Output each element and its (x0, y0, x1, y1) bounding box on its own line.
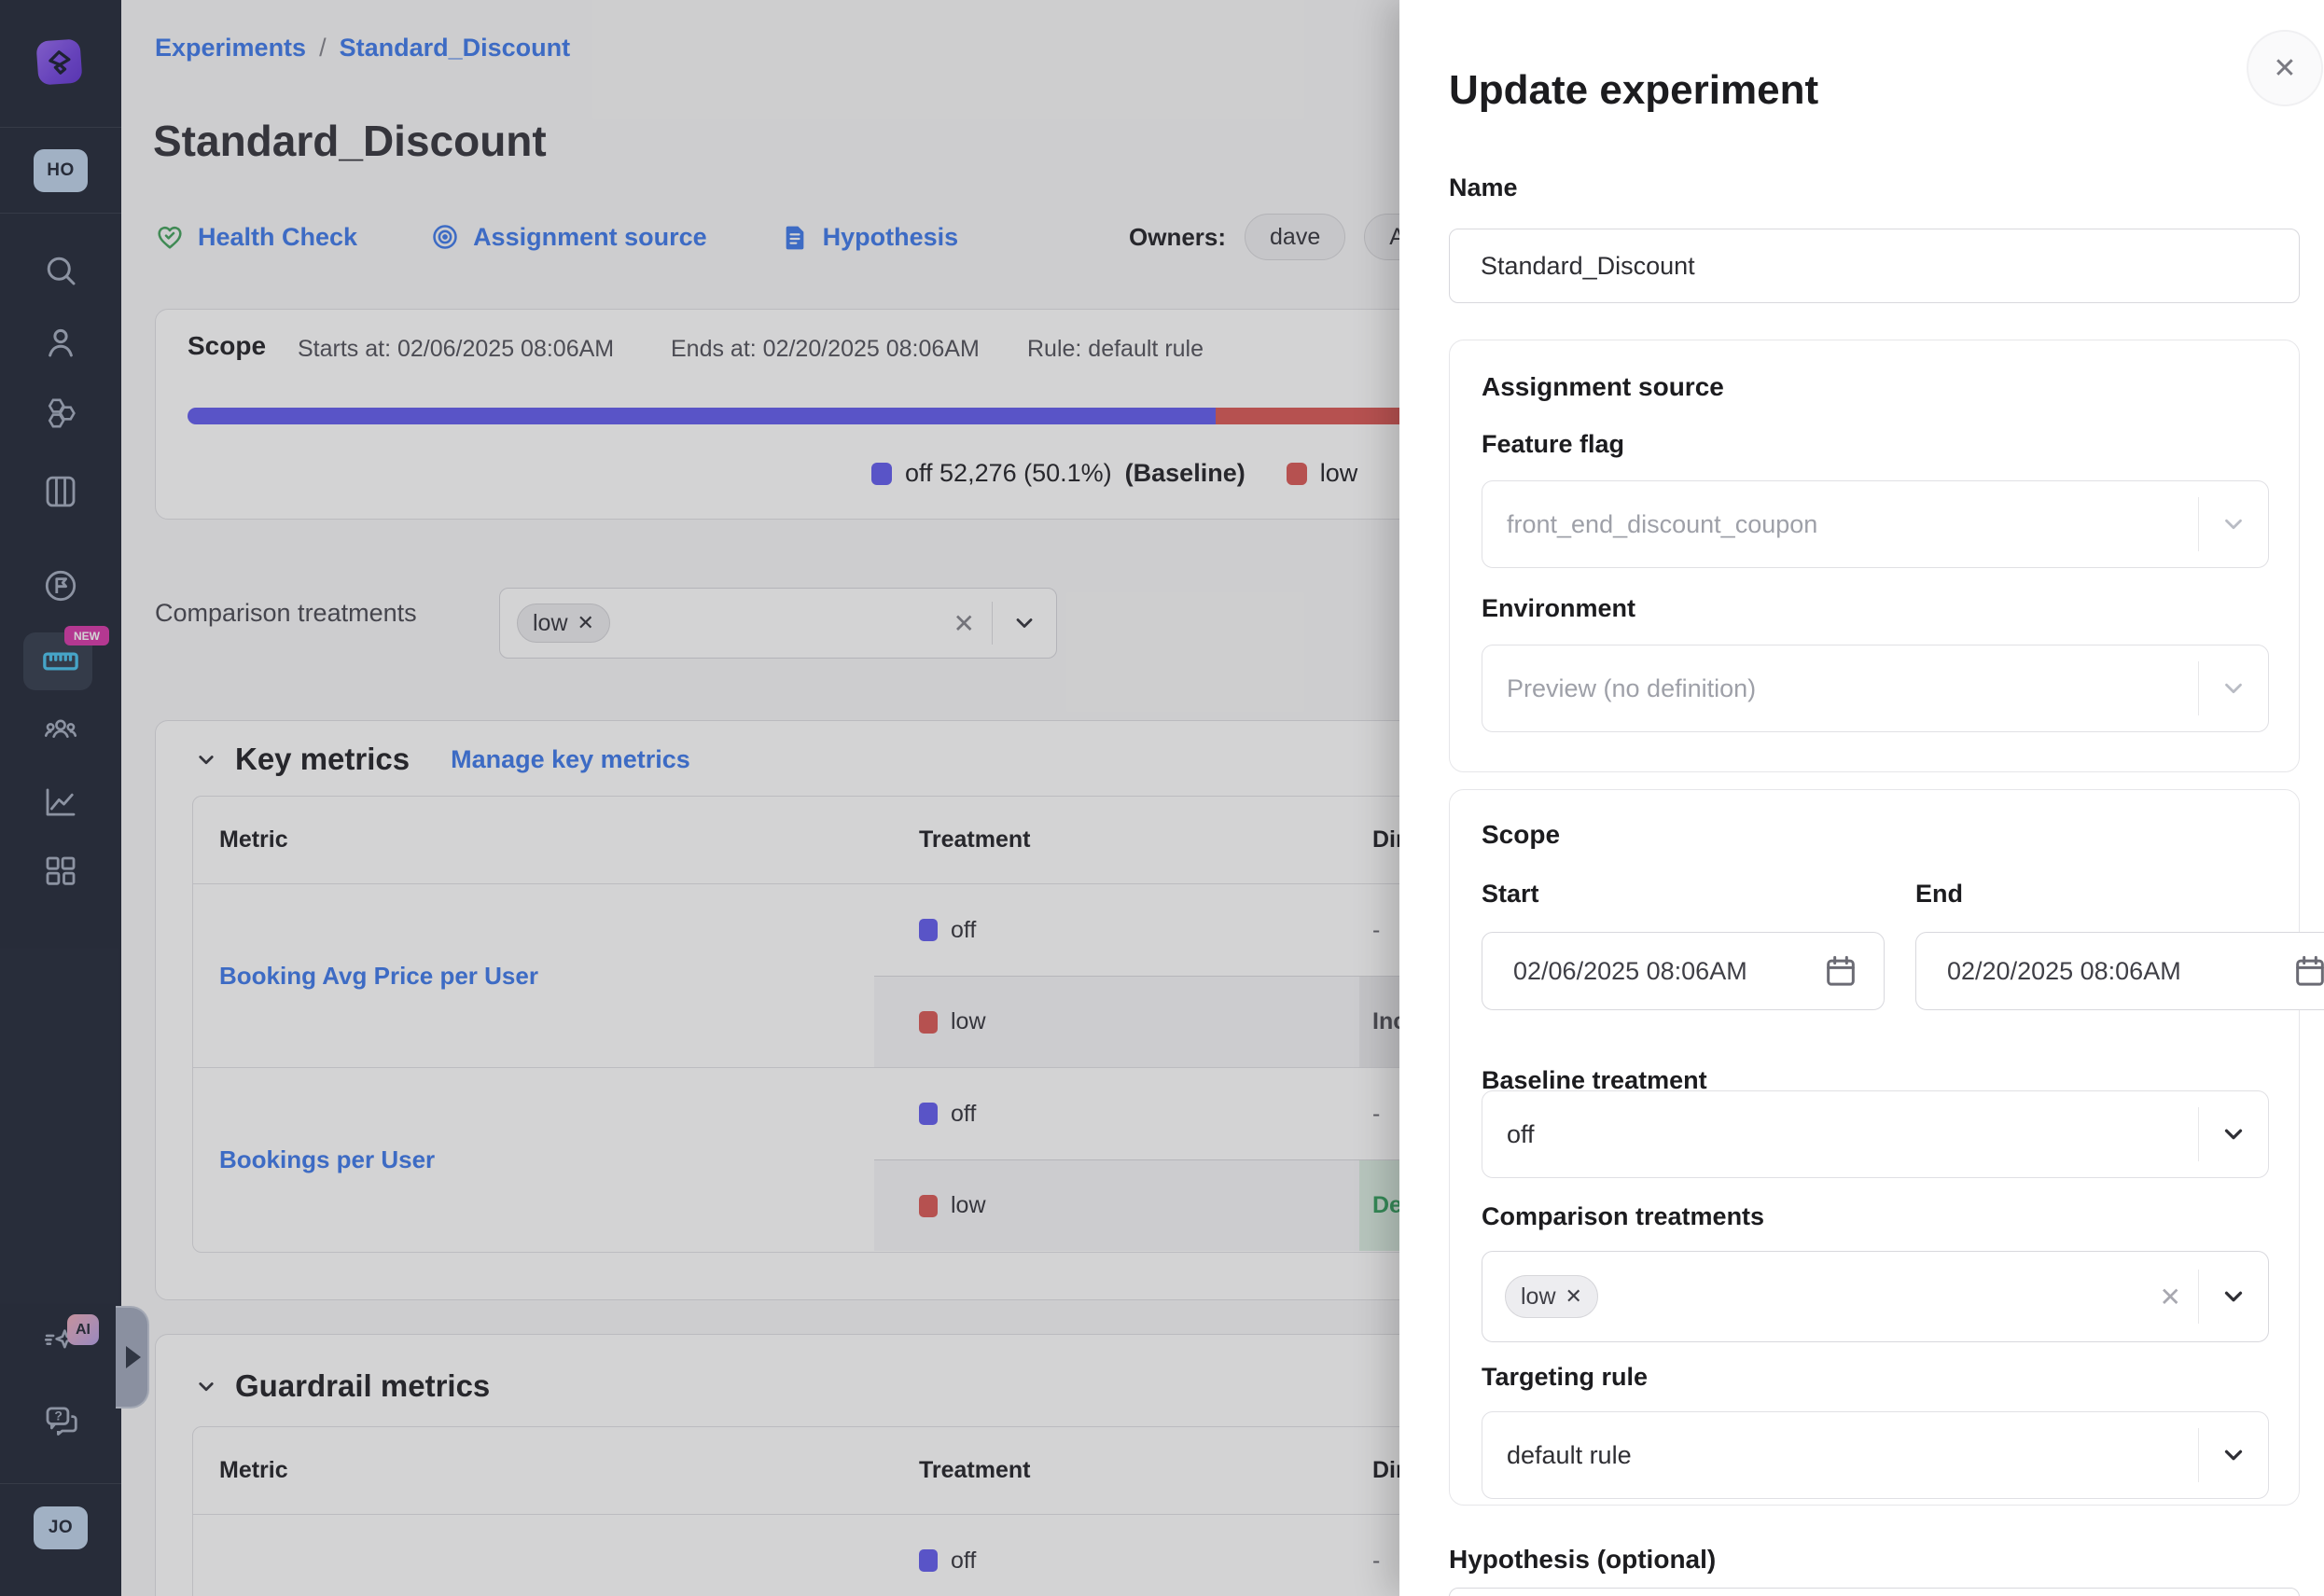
baseline-treatment-value: off (1507, 1120, 1535, 1149)
environment-value: Preview (no definition) (1507, 674, 1756, 703)
baseline-treatment-select[interactable]: off (1482, 1090, 2269, 1178)
feature-flag-value: front_end_discount_coupon (1507, 510, 1817, 539)
start-label: Start (1482, 880, 1539, 909)
targeting-rule-value: default rule (1507, 1441, 1632, 1470)
targeting-rule-select[interactable]: default rule (1482, 1411, 2269, 1499)
chip-remove-icon[interactable]: ✕ (1566, 1284, 1582, 1309)
close-button[interactable]: ✕ (2247, 30, 2323, 106)
chevron-down-icon (2199, 1283, 2268, 1311)
hypothesis-label: Hypothesis (optional) (1449, 1545, 1716, 1575)
chevron-down-icon (2199, 510, 2268, 538)
end-label: End (1915, 880, 1963, 909)
chevron-down-icon (2199, 1441, 2268, 1469)
chevron-down-icon (2199, 674, 2268, 702)
hypothesis-textarea[interactable] (1449, 1588, 2300, 1596)
start-date-value: 02/06/2025 08:06AM (1513, 957, 1747, 986)
environment-select[interactable]: Preview (no definition) (1482, 645, 2269, 732)
update-experiment-drawer: ✕ Update experiment Name Standard_Discou… (1399, 0, 2324, 1596)
scope-title: Scope (1482, 820, 1560, 850)
environment-label: Environment (1482, 594, 1635, 623)
modal-overlay[interactable] (0, 0, 1399, 1596)
comparison-treatments-label: Comparison treatments (1482, 1202, 1764, 1231)
name-label: Name (1449, 173, 1518, 202)
comparison-treatments-select[interactable]: low ✕ ✕ (1482, 1251, 2269, 1342)
calendar-icon (2291, 952, 2324, 990)
scope-section: Scope Start End 02/06/2025 08:06AM 02/20… (1449, 789, 2300, 1506)
assignment-source-section: Assignment source Feature flag front_end… (1449, 340, 2300, 772)
end-date-input[interactable]: 02/20/2025 08:06AM (1915, 932, 2324, 1010)
close-icon: ✕ (2273, 52, 2296, 85)
treatment-chip-low[interactable]: low ✕ (1505, 1275, 1598, 1318)
drawer-title: Update experiment (1449, 67, 1818, 114)
chevron-down-icon (2199, 1120, 2268, 1148)
feature-flag-select[interactable]: front_end_discount_coupon (1482, 480, 2269, 568)
calendar-icon (1822, 952, 1859, 990)
name-input[interactable]: Standard_Discount (1449, 229, 2300, 303)
start-date-input[interactable]: 02/06/2025 08:06AM (1482, 932, 1885, 1010)
targeting-rule-label: Targeting rule (1482, 1363, 1648, 1392)
feature-flag-label: Feature flag (1482, 430, 1624, 459)
assignment-source-title: Assignment source (1482, 372, 1724, 402)
clear-selection-icon[interactable]: ✕ (2143, 1282, 2198, 1312)
chip-label: low (1521, 1284, 1556, 1311)
end-date-value: 02/20/2025 08:06AM (1947, 957, 2181, 986)
app-window: HO (0, 0, 2324, 1596)
